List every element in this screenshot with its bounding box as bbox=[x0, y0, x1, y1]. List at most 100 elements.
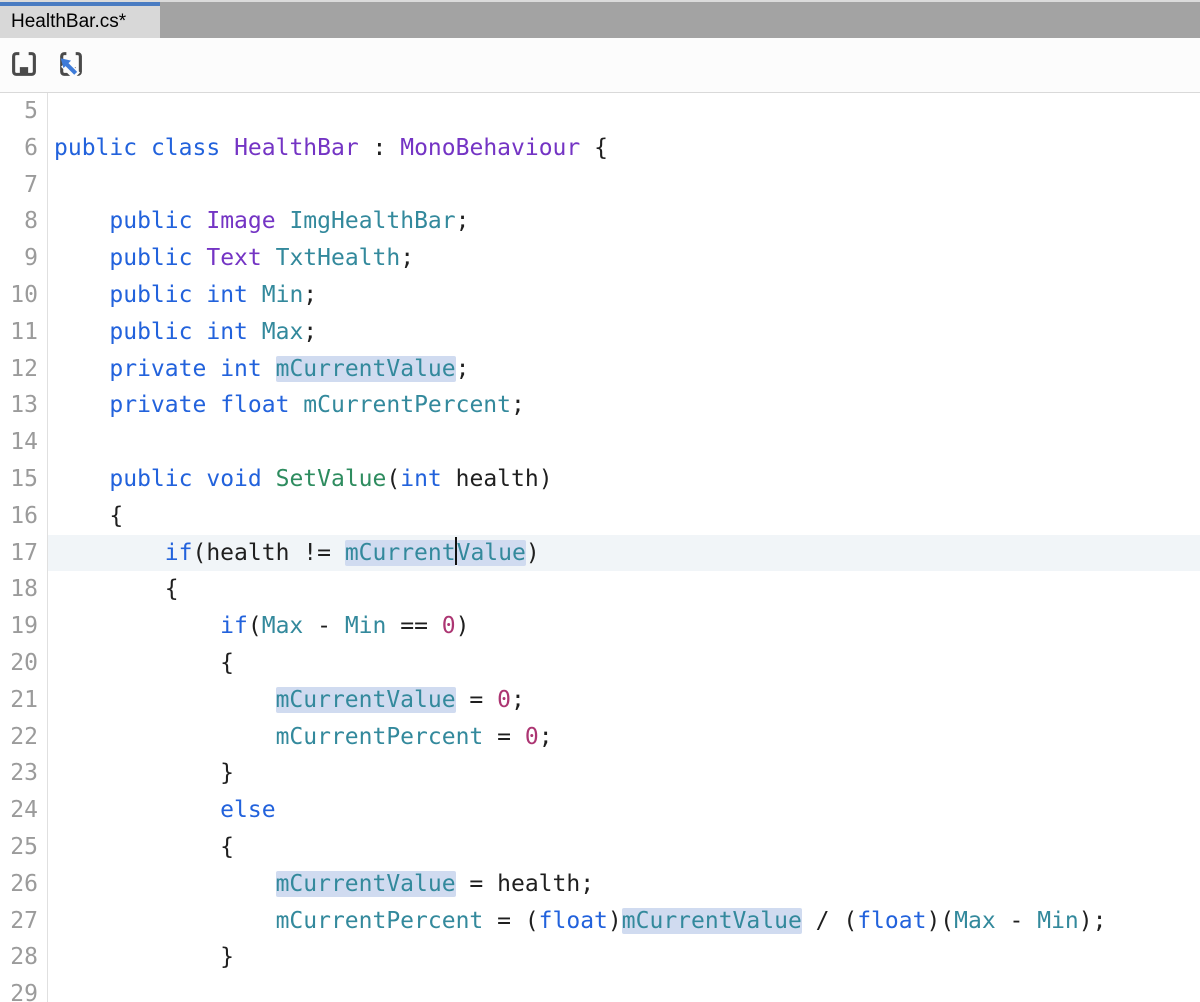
code-text[interactable]: public Image ImgHealthBar; bbox=[48, 203, 1200, 240]
code-line[interactable]: 13 private float mCurrentPercent; bbox=[0, 387, 1200, 424]
line-number[interactable]: 6 bbox=[0, 130, 48, 167]
code-line[interactable]: 8 public Image ImgHealthBar; bbox=[0, 203, 1200, 240]
code-line[interactable]: 29 bbox=[0, 976, 1200, 1002]
token bbox=[206, 356, 220, 382]
line-number[interactable]: 23 bbox=[0, 755, 48, 792]
code-text[interactable]: public int Min; bbox=[48, 277, 1200, 314]
code-line[interactable]: 14 bbox=[0, 424, 1200, 461]
line-number[interactable]: 10 bbox=[0, 277, 48, 314]
line-number[interactable]: 18 bbox=[0, 571, 48, 608]
tab-bar: HealthBar.cs* bbox=[0, 0, 1200, 38]
code-line[interactable]: 17 if(health != mCurrentValue) bbox=[0, 535, 1200, 572]
code-text[interactable] bbox=[48, 167, 1200, 204]
code-line[interactable]: 12 private int mCurrentValue; bbox=[0, 351, 1200, 388]
code-line[interactable]: 6public class HealthBar : MonoBehaviour … bbox=[0, 130, 1200, 167]
token: ; bbox=[511, 687, 525, 713]
code-line[interactable]: 5 bbox=[0, 93, 1200, 130]
code-text[interactable]: mCurrentValue = 0; bbox=[48, 682, 1200, 719]
code-text[interactable]: } bbox=[48, 755, 1200, 792]
line-number[interactable]: 27 bbox=[0, 903, 48, 940]
token bbox=[192, 208, 206, 234]
code-text[interactable]: { bbox=[48, 645, 1200, 682]
code-line[interactable]: 15 public void SetValue(int health) bbox=[0, 461, 1200, 498]
code-text[interactable]: private int mCurrentValue; bbox=[48, 351, 1200, 388]
line-number[interactable]: 24 bbox=[0, 792, 48, 829]
token: mCurrentValue bbox=[276, 687, 456, 713]
code-line[interactable]: 10 public int Min; bbox=[0, 277, 1200, 314]
token: class bbox=[151, 135, 220, 161]
code-line[interactable]: 23 } bbox=[0, 755, 1200, 792]
code-text[interactable]: mCurrentPercent = 0; bbox=[48, 719, 1200, 756]
code-text[interactable]: public void SetValue(int health) bbox=[48, 461, 1200, 498]
token: ; bbox=[303, 319, 317, 345]
code-line[interactable]: 19 if(Max - Min == 0) bbox=[0, 608, 1200, 645]
token: ( bbox=[248, 613, 262, 639]
code-text[interactable] bbox=[48, 93, 1200, 130]
line-number[interactable]: 11 bbox=[0, 314, 48, 351]
code-line[interactable]: 25 { bbox=[0, 829, 1200, 866]
line-number[interactable]: 25 bbox=[0, 829, 48, 866]
token: ; bbox=[511, 392, 525, 418]
code-text[interactable]: { bbox=[48, 571, 1200, 608]
line-number[interactable]: 15 bbox=[0, 461, 48, 498]
line-number[interactable]: 28 bbox=[0, 939, 48, 976]
line-number[interactable]: 19 bbox=[0, 608, 48, 645]
save-button[interactable] bbox=[9, 50, 39, 80]
line-number[interactable]: 7 bbox=[0, 167, 48, 204]
code-area: 56public class HealthBar : MonoBehaviour… bbox=[0, 93, 1200, 1002]
line-number[interactable]: 12 bbox=[0, 351, 48, 388]
line-number[interactable]: 13 bbox=[0, 387, 48, 424]
code-text[interactable]: if(Max - Min == 0) bbox=[48, 608, 1200, 645]
line-number[interactable]: 29 bbox=[0, 976, 48, 1002]
code-text[interactable] bbox=[48, 424, 1200, 461]
code-line[interactable]: 7 bbox=[0, 167, 1200, 204]
code-line[interactable]: 26 mCurrentValue = health; bbox=[0, 866, 1200, 903]
line-number[interactable]: 20 bbox=[0, 645, 48, 682]
token: float bbox=[220, 392, 289, 418]
code-line[interactable]: 16 { bbox=[0, 498, 1200, 535]
code-text[interactable] bbox=[48, 976, 1200, 1002]
line-number[interactable]: 22 bbox=[0, 719, 48, 756]
code-text[interactable]: mCurrentValue = health; bbox=[48, 866, 1200, 903]
code-text[interactable]: public Text TxtHealth; bbox=[48, 240, 1200, 277]
line-number[interactable]: 5 bbox=[0, 93, 48, 130]
token: = ( bbox=[483, 908, 538, 934]
token: if bbox=[165, 540, 193, 566]
code-text[interactable]: private float mCurrentPercent; bbox=[48, 387, 1200, 424]
token: mCurrentValue bbox=[622, 908, 802, 934]
code-line[interactable]: 11 public int Max; bbox=[0, 314, 1200, 351]
save-all-button[interactable] bbox=[55, 50, 85, 80]
tab-healthbar-cs[interactable]: HealthBar.cs* bbox=[0, 2, 160, 38]
line-number[interactable]: 17 bbox=[0, 535, 48, 572]
code-text[interactable]: } bbox=[48, 939, 1200, 976]
line-number[interactable]: 9 bbox=[0, 240, 48, 277]
token: mCurrentValue bbox=[276, 356, 456, 382]
token bbox=[192, 319, 206, 345]
code-line[interactable]: 24 else bbox=[0, 792, 1200, 829]
code-text[interactable]: public class HealthBar : MonoBehaviour { bbox=[48, 130, 1200, 167]
code-text[interactable]: { bbox=[48, 829, 1200, 866]
code-text[interactable]: public int Max; bbox=[48, 314, 1200, 351]
token: ) bbox=[608, 908, 622, 934]
code-text[interactable]: mCurrentPercent = (float)mCurrentValue /… bbox=[48, 903, 1200, 940]
line-number[interactable]: 8 bbox=[0, 203, 48, 240]
code-line[interactable]: 18 { bbox=[0, 571, 1200, 608]
code-line[interactable]: 28 } bbox=[0, 939, 1200, 976]
code-text[interactable]: { bbox=[48, 498, 1200, 535]
code-text[interactable]: if(health != mCurrentValue) bbox=[48, 535, 1200, 572]
code-line[interactable]: 9 public Text TxtHealth; bbox=[0, 240, 1200, 277]
code-editor[interactable]: 56public class HealthBar : MonoBehaviour… bbox=[0, 93, 1200, 1002]
code-line[interactable]: 21 mCurrentValue = 0; bbox=[0, 682, 1200, 719]
token bbox=[192, 282, 206, 308]
line-number[interactable]: 26 bbox=[0, 866, 48, 903]
code-text[interactable]: else bbox=[48, 792, 1200, 829]
line-number[interactable]: 14 bbox=[0, 424, 48, 461]
code-line[interactable]: 27 mCurrentPercent = (float)mCurrentValu… bbox=[0, 903, 1200, 940]
code-line[interactable]: 20 { bbox=[0, 645, 1200, 682]
code-line[interactable]: 22 mCurrentPercent = 0; bbox=[0, 719, 1200, 756]
token: : bbox=[359, 135, 401, 161]
line-number[interactable]: 16 bbox=[0, 498, 48, 535]
token: Min bbox=[1037, 908, 1079, 934]
line-number[interactable]: 21 bbox=[0, 682, 48, 719]
token: health) bbox=[442, 466, 553, 492]
